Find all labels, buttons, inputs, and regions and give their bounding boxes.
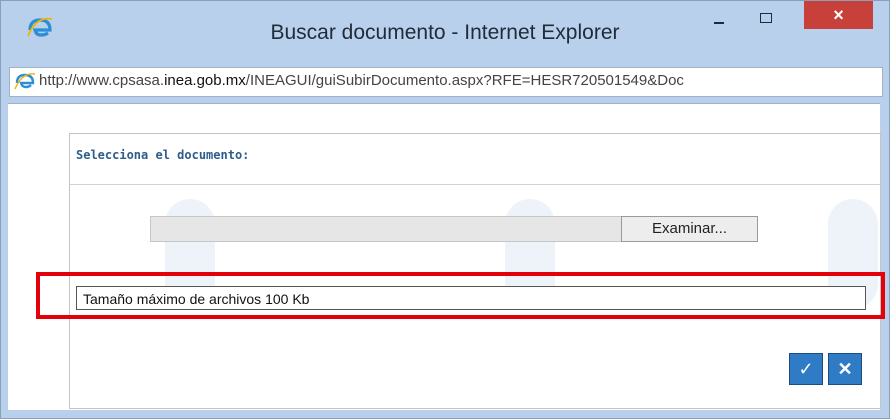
- url-path: /INEAGUI/guiSubirDocumento.aspx?RFE=HESR…: [245, 72, 684, 89]
- file-path-input[interactable]: [150, 216, 622, 242]
- red-highlight-box: [36, 272, 885, 319]
- url-text: http://www.cpsasa.inea.gob.mx/INEAGUI/gu…: [39, 72, 684, 89]
- url-prefix: http://www.cpsasa.: [39, 72, 165, 89]
- close-button[interactable]: ×: [804, 1, 873, 29]
- ie-page-icon: [14, 73, 36, 90]
- minimize-icon[interactable]: [704, 7, 734, 29]
- panel-heading: Selecciona el documento:: [76, 148, 250, 162]
- address-bar[interactable]: http://www.cpsasa.inea.gob.mx/INEAGUI/gu…: [9, 67, 883, 97]
- upload-panel: Selecciona el documento: Examinar... Tam…: [69, 133, 881, 409]
- divider: [70, 184, 880, 185]
- accept-button[interactable]: ✓: [789, 353, 823, 385]
- close-icon: ×: [833, 5, 844, 25]
- title-bar[interactable]: Buscar documento - Internet Explorer ×: [1, 1, 889, 63]
- cancel-button[interactable]: ✕: [828, 353, 862, 385]
- close-x-icon: ✕: [837, 359, 853, 379]
- maximize-icon[interactable]: [751, 7, 781, 29]
- check-icon: ✓: [798, 359, 814, 379]
- url-domain: inea.gob.mx: [164, 72, 246, 89]
- browse-button[interactable]: Examinar...: [621, 216, 758, 242]
